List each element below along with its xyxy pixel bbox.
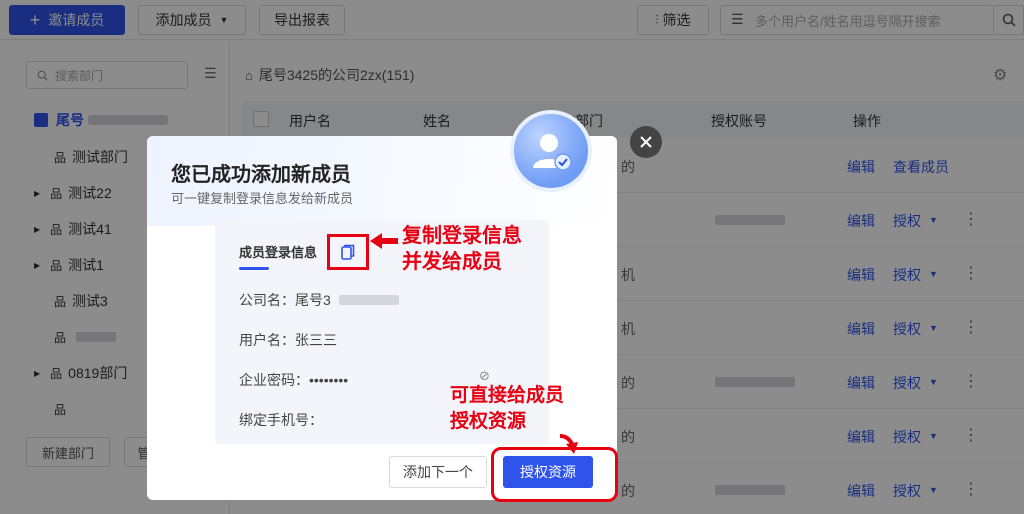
close-icon: [640, 136, 652, 148]
eye-hidden-icon[interactable]: ⊘: [479, 368, 490, 384]
password-row: 企业密码：••••••••: [239, 372, 349, 388]
copy-annotation: 复制登录信息 并发给成员: [402, 225, 522, 273]
authorize-highlight-box: [491, 447, 618, 502]
dialog-subtitle: 可一键复制登录信息发给新成员: [171, 191, 354, 206]
blurred-text: [338, 295, 399, 305]
dialog-title: 您已成功添加新成员: [171, 164, 351, 186]
authorize-annotation: 可直接给成员 授权资源: [450, 385, 565, 432]
close-dialog-button[interactable]: [630, 126, 662, 158]
user-icon: [533, 134, 572, 171]
copy-login-info-button[interactable]: [327, 234, 369, 270]
username-row: 用户名：张三三: [239, 332, 337, 348]
company-name-row: 公司名：尾号3: [239, 290, 399, 310]
login-info-title: 成员登录信息: [239, 245, 318, 260]
user-avatar-icon: [510, 110, 592, 192]
copy-icon: [341, 244, 355, 260]
phone-row: 绑定手机号：: [239, 412, 323, 428]
annotation-arrow-left: [370, 233, 398, 249]
title-underline: [239, 267, 269, 270]
add-next-button[interactable]: 添加下一个: [389, 456, 487, 488]
